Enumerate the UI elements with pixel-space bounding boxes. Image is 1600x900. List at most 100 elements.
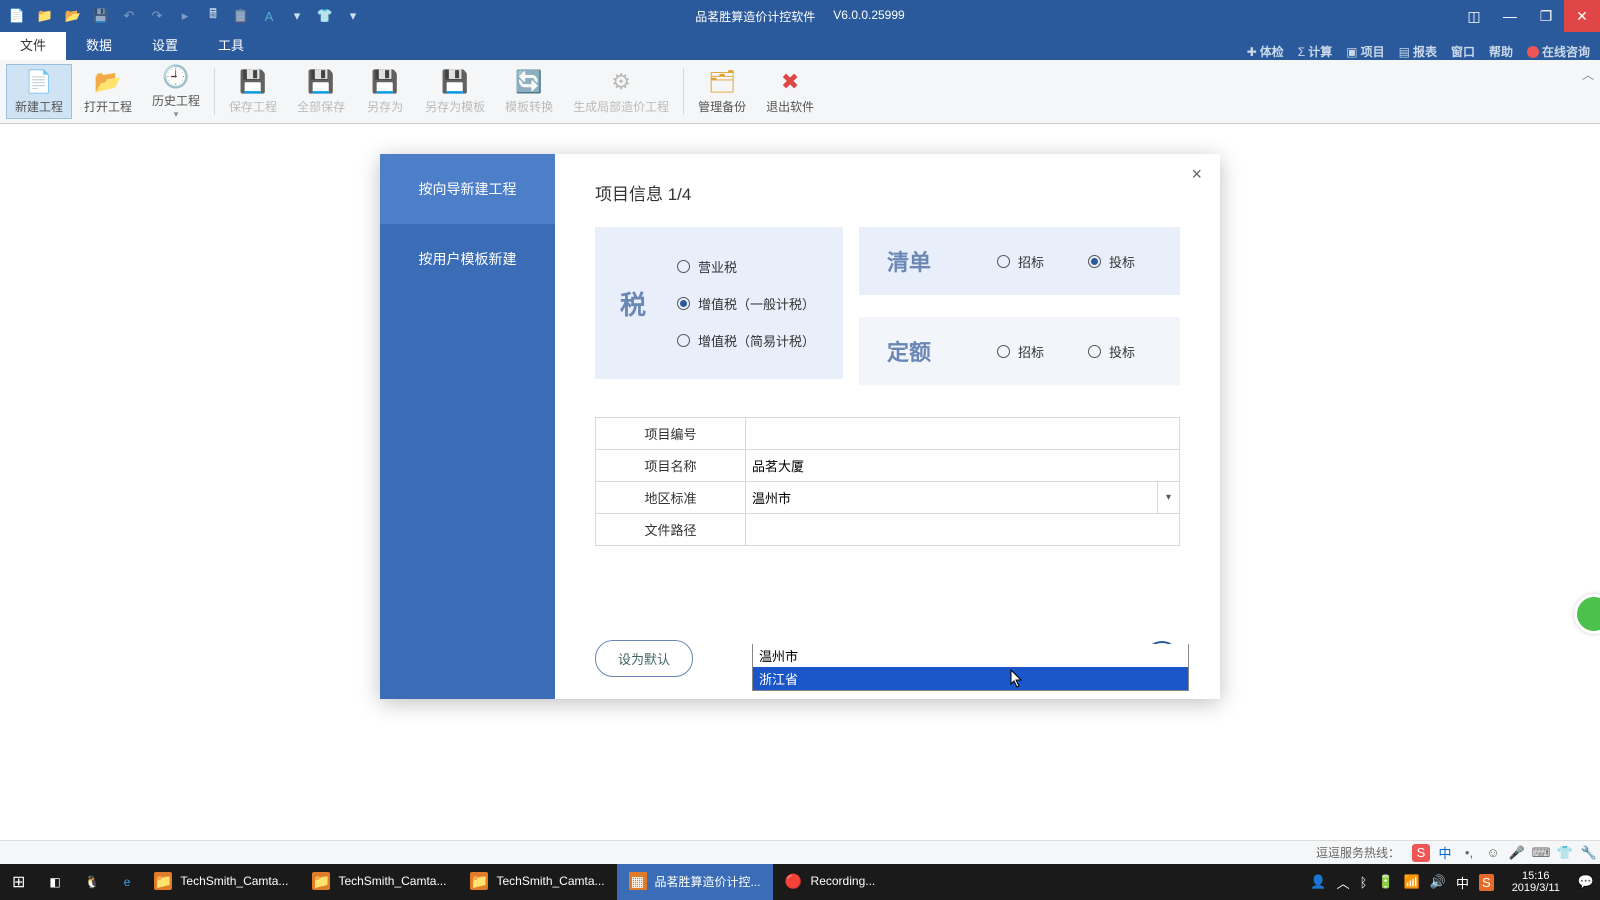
list-option-bid[interactable]: 投标 bbox=[1088, 252, 1135, 271]
ribbon-gen-partial: ⚙生成局部造价工程 bbox=[565, 64, 677, 119]
taskbar-app-qq[interactable]: 🐧 bbox=[73, 864, 112, 900]
qat-icon[interactable]: A bbox=[260, 7, 278, 25]
tray-up-icon[interactable]: ︿ bbox=[1337, 873, 1350, 892]
ribbon-exit[interactable]: ✖退出软件 bbox=[758, 64, 822, 119]
ime-lang-icon[interactable]: 中 bbox=[1436, 844, 1454, 862]
tray-battery-icon[interactable]: 🔋 bbox=[1377, 874, 1393, 890]
qat-icon[interactable]: 📂 bbox=[64, 7, 82, 25]
form-field-region[interactable]: 温州市▾ bbox=[746, 482, 1180, 514]
taskbar-app[interactable]: 📁TechSmith_Camta... bbox=[458, 864, 616, 900]
tax-box: 税 营业税 增值税（一般计税） 增值税（简易计税） bbox=[595, 227, 843, 379]
dropdown-item[interactable]: 浙江省 bbox=[753, 667, 1188, 690]
close-button[interactable]: ✕ bbox=[1564, 0, 1600, 32]
form-label-region: 地区标准 bbox=[596, 482, 746, 514]
menu-tab-file[interactable]: 文件 bbox=[0, 29, 66, 60]
set-default-button[interactable]: 设为默认 bbox=[595, 640, 693, 677]
qat-icon[interactable]: ▾ bbox=[288, 7, 306, 25]
ribbon-save-as: 💾另存为 bbox=[357, 64, 413, 119]
tax-option-vat-simple[interactable]: 增值税（简易计税） bbox=[677, 331, 843, 350]
tax-option-business[interactable]: 营业税 bbox=[677, 257, 843, 276]
qat-icon[interactable]: 📁 bbox=[36, 7, 54, 25]
sidebar-item-template[interactable]: 按用户模板新建 bbox=[380, 224, 555, 294]
form-label-code: 项目编号 bbox=[596, 418, 746, 450]
app-version: V6.0.0.25999 bbox=[833, 8, 904, 25]
taskbar-app[interactable]: 📁TechSmith_Camta... bbox=[142, 864, 300, 900]
tax-option-vat-general[interactable]: 增值税（一般计税） bbox=[677, 294, 843, 313]
region-dropdown-toggle[interactable]: ▾ bbox=[1157, 482, 1179, 513]
modal-close-button[interactable]: × bbox=[1183, 160, 1210, 189]
ribbon-history[interactable]: 🕘历史工程▾ bbox=[144, 64, 208, 119]
menu-right-calc[interactable]: Σ 计算 bbox=[1298, 43, 1332, 60]
taskbar-app[interactable]: 📁TechSmith_Camta... bbox=[300, 864, 458, 900]
menu-right-check[interactable]: ✚ 体检 bbox=[1247, 43, 1284, 60]
tray-sogou-icon[interactable]: S bbox=[1479, 874, 1494, 891]
ribbon-save: 💾保存工程 bbox=[221, 64, 285, 119]
ribbon-new-project[interactable]: 📄新建工程 bbox=[6, 64, 72, 119]
title-bar: 📄 📁 📂 💾 ↶ ↷ ▸ 🖩 📋 A ▾ 👕 ▾ 品茗胜算造价计控软件 V6.… bbox=[0, 0, 1600, 32]
form-label-name: 项目名称 bbox=[596, 450, 746, 482]
ime-tool-icon[interactable]: 🔧 bbox=[1580, 844, 1598, 862]
tray-clock[interactable]: 15:162019/3/11 bbox=[1504, 870, 1568, 894]
quota-option-tender[interactable]: 招标 bbox=[997, 342, 1044, 361]
ribbon-collapse-icon[interactable]: ︿ bbox=[1582, 66, 1594, 83]
start-button[interactable]: ⊞ bbox=[0, 864, 37, 900]
qat-icon[interactable]: ▸ bbox=[176, 7, 194, 25]
status-bar: 逗逗服务热线： S 中 •, ☺ 🎤 ⌨ 👕 🔧 bbox=[0, 840, 1600, 864]
menu-tab-data[interactable]: 数据 bbox=[66, 29, 132, 60]
menu-tab-settings[interactable]: 设置 bbox=[132, 29, 198, 60]
qat-icon[interactable]: ▾ bbox=[344, 7, 362, 25]
form-label-path: 文件路径 bbox=[596, 514, 746, 546]
taskview-button[interactable]: ◧ bbox=[37, 864, 72, 900]
menu-right-online[interactable]: 在线咨询 bbox=[1527, 43, 1590, 60]
taskbar-app-active[interactable]: ▦品茗胜算造价计控... bbox=[617, 864, 773, 900]
ime-face-icon[interactable]: ☺ bbox=[1484, 844, 1502, 862]
qat-icon[interactable]: 👕 bbox=[316, 7, 334, 25]
list-option-tender[interactable]: 招标 bbox=[997, 252, 1044, 271]
form-field-path[interactable] bbox=[746, 514, 1180, 546]
qat-icon[interactable]: 🖩 bbox=[204, 7, 222, 25]
tray-volume-icon[interactable]: 🔊 bbox=[1430, 874, 1446, 890]
qat-icon[interactable]: 📄 bbox=[8, 7, 26, 25]
restore-button[interactable]: ❐ bbox=[1528, 0, 1564, 32]
tray-lang-icon[interactable]: 中 bbox=[1456, 873, 1469, 892]
qat-icon[interactable]: 💾 bbox=[92, 7, 110, 25]
tray-wifi-icon[interactable]: 📶 bbox=[1404, 874, 1420, 890]
tray-notifications-icon[interactable]: 💬 bbox=[1578, 874, 1594, 890]
ribbon-template-convert: 🔄模板转换 bbox=[497, 64, 561, 119]
mouse-cursor-icon bbox=[1010, 669, 1024, 689]
taskbar-app-edge[interactable]: e bbox=[112, 864, 143, 900]
form-field-name[interactable]: 品茗大厦 bbox=[746, 450, 1180, 482]
minimize-button[interactable]: — bbox=[1492, 0, 1528, 32]
taskbar-app[interactable]: 🔴Recording... bbox=[773, 864, 888, 900]
dropdown-item[interactable]: 温州市 bbox=[753, 644, 1188, 667]
menu-right-help[interactable]: 帮助 bbox=[1489, 43, 1513, 60]
ime-punct-icon[interactable]: •, bbox=[1460, 844, 1478, 862]
floating-help-bubble[interactable] bbox=[1574, 594, 1600, 634]
qat-icon[interactable]: ↷ bbox=[148, 7, 166, 25]
sidebar-item-wizard[interactable]: 按向导新建工程 bbox=[380, 154, 555, 224]
ribbon-open-project[interactable]: 📂打开工程 bbox=[76, 64, 140, 119]
menu-bar: 文件 数据 设置 工具 ✚ 体检 Σ 计算 ▣ 项目 ▤ 报表 窗口 帮助 在线… bbox=[0, 32, 1600, 60]
ribbon-save-all: 💾全部保存 bbox=[289, 64, 353, 119]
ime-toolbar: S 中 •, ☺ 🎤 ⌨ 👕 🔧 bbox=[1412, 844, 1598, 862]
menu-right-project[interactable]: ▣ 项目 bbox=[1346, 43, 1384, 60]
ime-keyboard-icon[interactable]: ⌨ bbox=[1532, 844, 1550, 862]
quota-option-bid[interactable]: 投标 bbox=[1088, 342, 1135, 361]
menu-right-window[interactable]: 窗口 bbox=[1451, 43, 1475, 60]
ime-skin-icon[interactable]: 👕 bbox=[1556, 844, 1574, 862]
hotline-label: 逗逗服务热线： bbox=[1316, 844, 1400, 861]
quota-label: 定额 bbox=[887, 335, 931, 367]
ime-mic-icon[interactable]: 🎤 bbox=[1508, 844, 1526, 862]
ribbon-backup[interactable]: 🗂管理备份 bbox=[690, 64, 754, 119]
new-project-wizard-modal: 按向导新建工程 按用户模板新建 × 项目信息 1/4 税 营业税 增值税（一般计… bbox=[380, 154, 1220, 699]
window-tab-icon[interactable]: ◫ bbox=[1456, 0, 1492, 32]
qat-icon[interactable]: 📋 bbox=[232, 7, 250, 25]
form-field-code[interactable] bbox=[746, 418, 1180, 450]
tray-bt-icon[interactable]: ᛒ bbox=[1360, 875, 1368, 890]
tray-people-icon[interactable]: 👤 bbox=[1310, 874, 1326, 890]
ime-icon[interactable]: S bbox=[1412, 844, 1430, 862]
menu-tab-tools[interactable]: 工具 bbox=[198, 29, 264, 60]
qat-icon[interactable]: ↶ bbox=[120, 7, 138, 25]
menu-right-report[interactable]: ▤ 报表 bbox=[1399, 43, 1437, 60]
modal-title: 项目信息 1/4 bbox=[595, 180, 1180, 205]
